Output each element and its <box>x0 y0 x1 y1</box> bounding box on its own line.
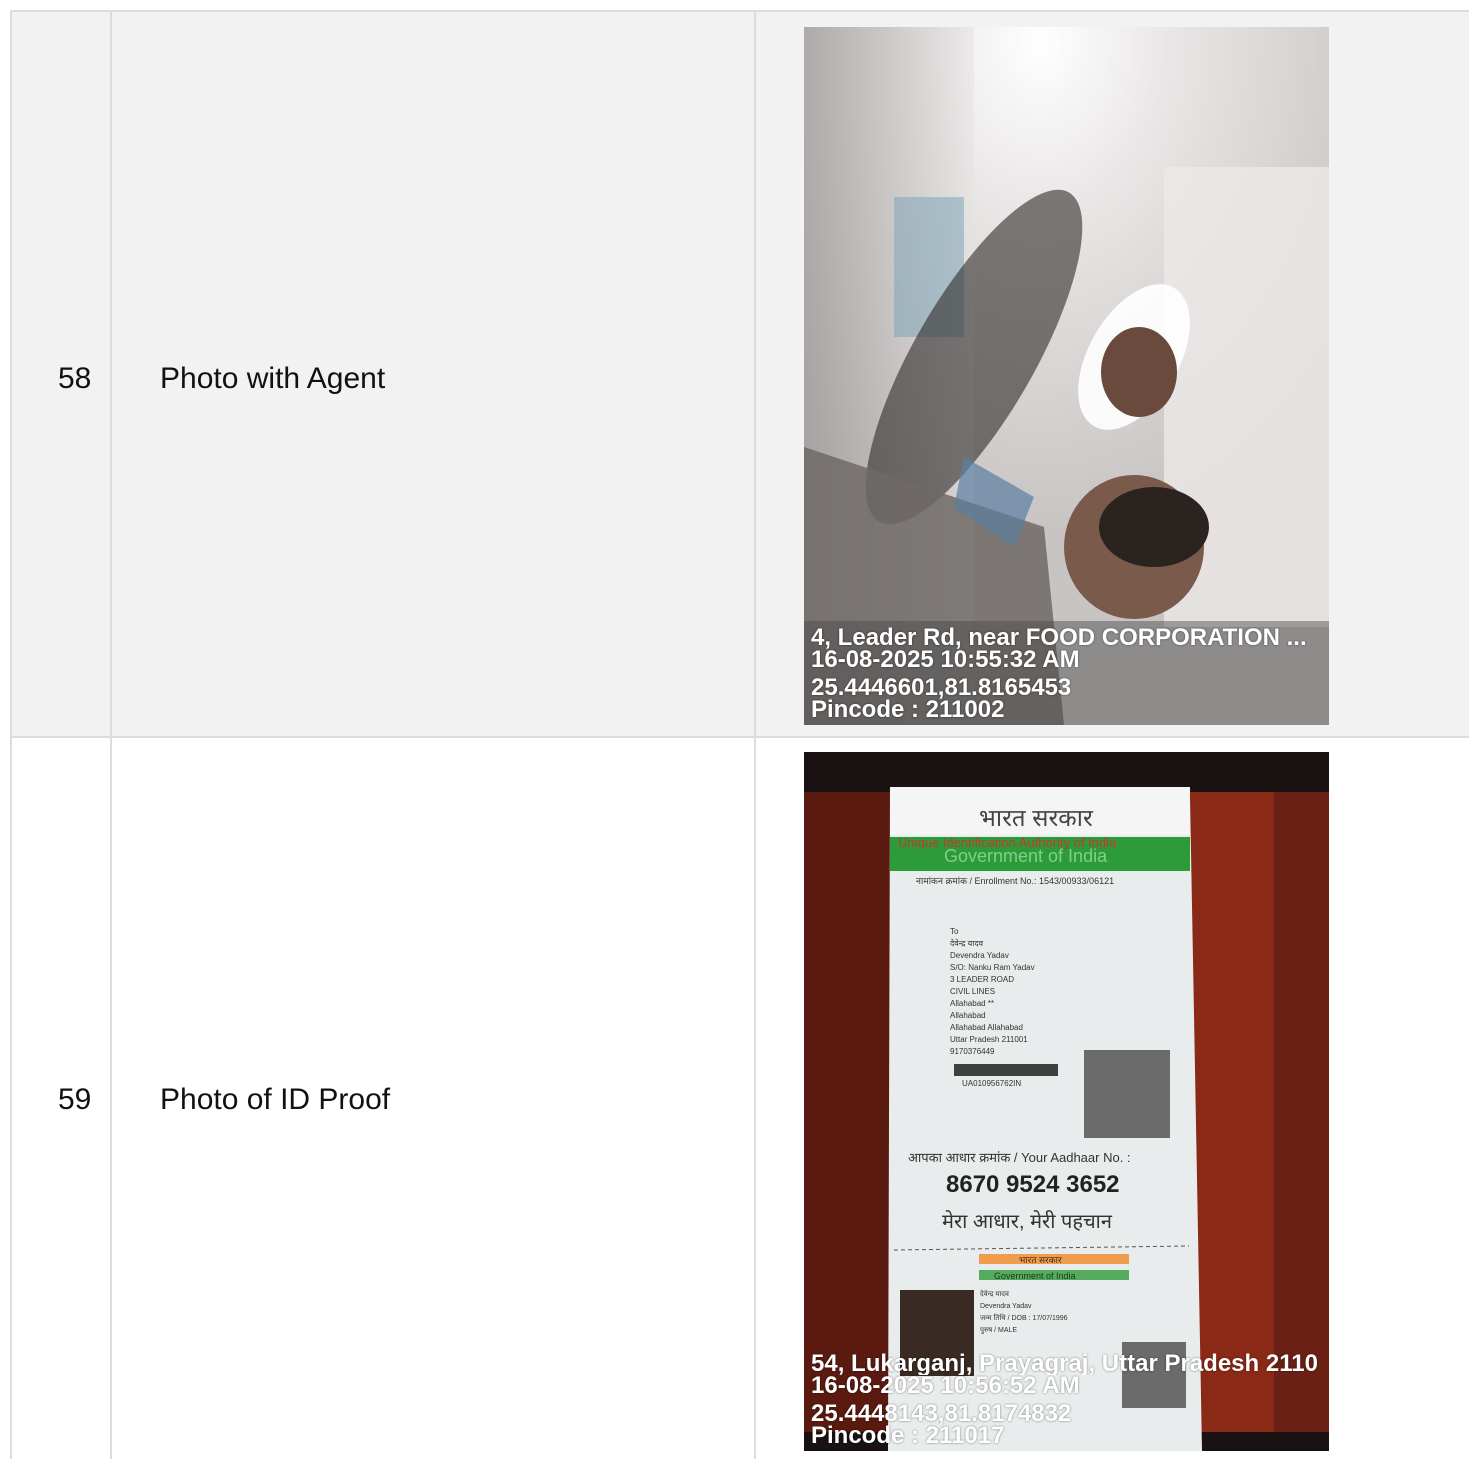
row-label: Photo of ID Proof <box>160 1083 391 1116</box>
stamp-datetime: 16-08-2025 10:55:32 AM <box>811 649 1080 671</box>
stamp-address: 4, Leader Rd, near FOOD CORPORATION ... <box>811 627 1307 649</box>
card-mini-line: पुरुष / MALE <box>980 1327 1017 1334</box>
geo-stamp: 54, Lukarganj, Prayagraj, Uttar Pradesh … <box>804 1347 1329 1451</box>
stamp-coords: 25.4446601,81.8165453 <box>811 677 1072 699</box>
stamp-pincode: Pincode : 211017 <box>811 1425 1005 1447</box>
card-address-line: 3 LEADER ROAD <box>950 975 1014 984</box>
row-number: 59 <box>58 1083 92 1116</box>
row-number: 58 <box>58 362 92 395</box>
card-mini-gov: Government of India <box>994 1271 1076 1281</box>
card-address-line: CIVIL LINES <box>950 987 995 996</box>
id-proof-photo[interactable]: भारत सरकार Unique Identification Authori… <box>804 752 1329 1451</box>
qr-code-icon <box>1084 1050 1170 1138</box>
card-enrollment: नामांकन क्रमांक / Enrollment No.: 1543/0… <box>916 876 1114 886</box>
card-header-hindi: भारत सरकार <box>979 805 1094 832</box>
table-row: 59 Photo of ID Proof भारत सरकार Unique I… <box>10 738 1469 1459</box>
agent-photo[interactable]: 4, Leader Rd, near FOOD CORPORATION ... … <box>804 27 1329 725</box>
card-address-line: Allahabad ** <box>950 999 994 1008</box>
card-address-line: S/O: Nanku Ram Yadav <box>950 963 1035 972</box>
card-mini-line: देवेन्द्र यादव <box>980 1289 1009 1298</box>
card-address-line: 9170376449 <box>950 1047 995 1056</box>
geo-stamp: 4, Leader Rd, near FOOD CORPORATION ... … <box>804 621 1329 725</box>
evidence-table: 58 Photo with Agent 4, Leader Rd, near F… <box>10 10 1469 1459</box>
card-tagline: मेरा आधार, मेरी पहचान <box>942 1210 1113 1233</box>
card-aadhaar-label: आपका आधार क्रमांक / Your Aadhaar No. : <box>908 1150 1131 1165</box>
stamp-datetime: 16-08-2025 10:56:52 AM <box>811 1375 1080 1397</box>
card-mini-line: जन्म तिथि / DOB : 17/07/1996 <box>980 1313 1068 1322</box>
card-address-line: Devendra Yadav <box>950 951 1009 960</box>
card-address-line: देवेन्द्र यादव <box>950 938 984 948</box>
card-barcode-text: UA010956762IN <box>962 1079 1021 1088</box>
barcode-icon <box>954 1064 1058 1076</box>
row-label: Photo with Agent <box>160 362 386 395</box>
card-mini-line: Devendra Yadav <box>980 1303 1032 1310</box>
stamp-coords: 25.4448143,81.8174832 <box>811 1403 1072 1425</box>
card-address-line: Allahabad <box>950 1011 986 1020</box>
card-address-line: Uttar Pradesh 211001 <box>950 1035 1028 1044</box>
card-gov: Government of India <box>944 846 1108 866</box>
card-aadhaar-number: 8670 9524 3652 <box>946 1171 1120 1198</box>
stamp-pincode: Pincode : 211002 <box>811 699 1005 721</box>
card-address-line: Allahabad Allahabad <box>950 1023 1023 1032</box>
card-address-line: To <box>950 927 959 936</box>
table-row: 58 Photo with Agent 4, Leader Rd, near F… <box>10 12 1469 738</box>
stamp-address: 54, Lukarganj, Prayagraj, Uttar Pradesh … <box>811 1353 1318 1375</box>
card-mini-header: भारत सरकार <box>1019 1255 1062 1265</box>
